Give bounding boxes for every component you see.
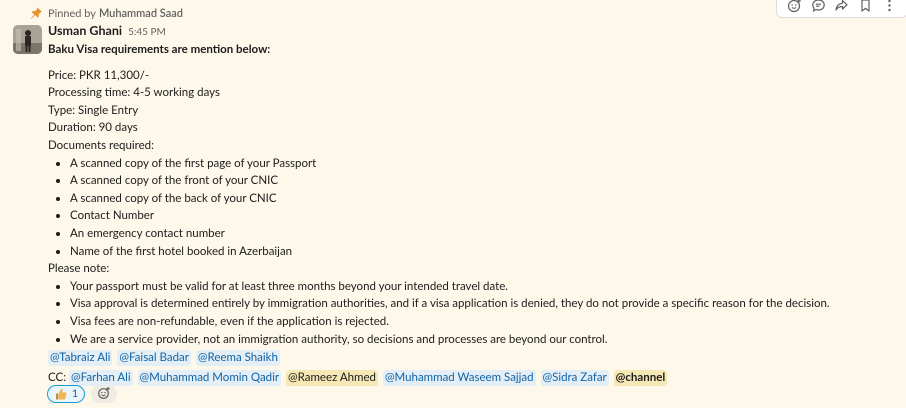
user-mention[interactable]: @Reema Shaikh xyxy=(195,350,280,367)
document-item: A scanned copy of the front of your CNIC xyxy=(48,172,898,190)
reactions-bar: 1 xyxy=(47,385,118,404)
add-reaction-button[interactable] xyxy=(91,385,118,404)
mentions-row: @Tabraiz Ali @Faisal Badar @Reema Shaikh xyxy=(48,349,898,368)
thumbs-up-icon xyxy=(54,387,68,401)
documents-label: Documents required: xyxy=(48,138,154,152)
more-actions-icon[interactable] xyxy=(880,0,898,14)
cc-label: CC: xyxy=(48,371,67,385)
pinned-message: Pinned by Muhammad Saad Usman Ghani 5:45… xyxy=(0,0,906,408)
author-name[interactable]: Usman Ghani xyxy=(48,23,122,38)
pin-icon xyxy=(29,6,43,20)
user-mention[interactable]: @Tabraiz Ali xyxy=(48,350,113,367)
note-item: We are a service provider, not an immigr… xyxy=(48,331,898,349)
user-mention[interactable]: @Muhammad Momin Qadir xyxy=(137,370,282,387)
document-item: Contact Number xyxy=(48,207,898,225)
detail-type: Type: Single Entry xyxy=(48,103,139,117)
save-for-later-icon[interactable] xyxy=(857,0,875,14)
note-label: Please note: xyxy=(48,262,110,276)
forward-icon[interactable] xyxy=(833,0,851,14)
message-timestamp[interactable]: 5:45 PM xyxy=(128,26,166,38)
message-heading: Baku Visa requirements are mention below… xyxy=(48,43,271,56)
detail-processing-time: Processing time: 4-5 working days xyxy=(48,86,220,100)
cc-row: CC: @Farhan Ali @Muhammad Momin Qadir @R… xyxy=(48,369,898,388)
document-item: An emergency contact number xyxy=(48,225,898,243)
message-actions-toolbar xyxy=(776,0,906,18)
note-item: Visa fees are non-refundable, even if th… xyxy=(48,313,898,331)
message-body: Baku Visa requirements are mention below… xyxy=(48,41,898,388)
add-reaction-icon[interactable] xyxy=(786,0,804,14)
reaction-count: 1 xyxy=(72,388,79,400)
pinned-banner: Pinned by Muhammad Saad xyxy=(29,6,183,20)
self-mention[interactable]: @Rameez Ahmed xyxy=(286,370,378,387)
pinned-prefix: Pinned by xyxy=(48,6,96,20)
message-header: Usman Ghani 5:45 PM xyxy=(48,23,166,38)
note-item: Visa approval is determined entirely by … xyxy=(48,295,898,313)
user-mention[interactable]: @Faisal Badar xyxy=(117,350,191,367)
document-item: A scanned copy of the back of your CNIC xyxy=(48,190,898,208)
document-item: A scanned copy of the first page of your… xyxy=(48,155,898,173)
detail-duration: Duration: 90 days xyxy=(48,121,138,135)
document-item: Name of the first hotel booked in Azerba… xyxy=(48,243,898,261)
user-mention[interactable]: @Sidra Zafar xyxy=(540,370,609,387)
detail-price: Price: PKR 11,300/- xyxy=(48,68,150,82)
add-emoji-icon xyxy=(97,385,111,404)
pinned-by-user[interactable]: Muhammad Saad xyxy=(99,7,183,20)
reaction-thumbs-up[interactable]: 1 xyxy=(47,385,86,403)
avatar[interactable] xyxy=(13,25,42,54)
channel-mention[interactable]: @channel xyxy=(613,370,668,387)
user-mention[interactable]: @Muhammad Waseem Sajjad xyxy=(382,370,536,387)
reply-in-thread-icon[interactable] xyxy=(809,0,827,14)
note-item: Your passport must be valid for at least… xyxy=(48,278,898,296)
